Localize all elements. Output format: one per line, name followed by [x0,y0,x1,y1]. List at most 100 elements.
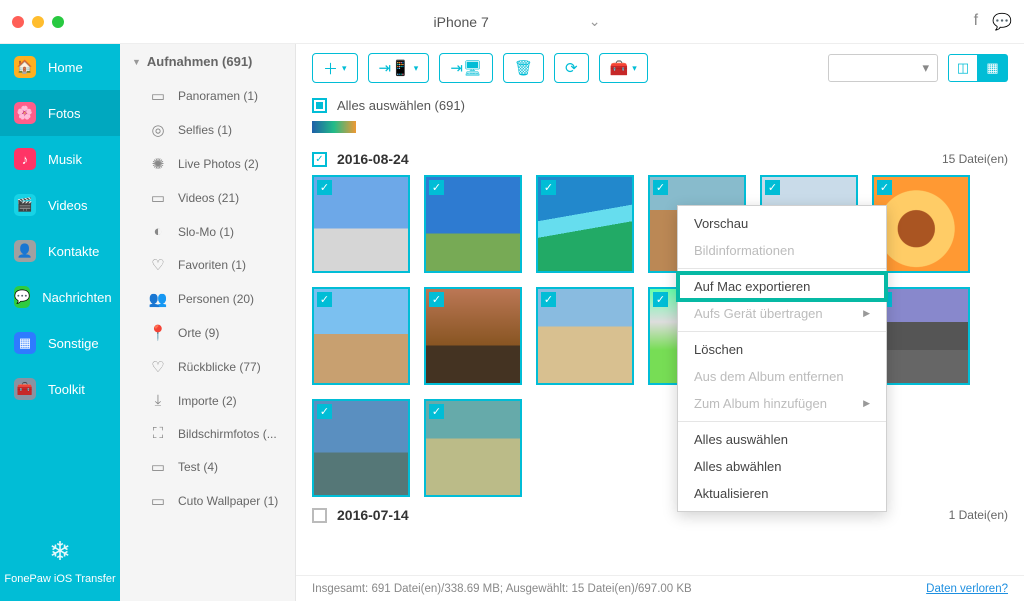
export-to-device-button[interactable]: ⇥📱▾ [368,53,430,83]
photo-scroll[interactable]: Alles auswählen (691) ✓ 2016-08-24 15 Date… [296,92,1024,575]
select-all-checkbox[interactable] [312,98,327,113]
album-icon: ▭ [148,87,168,105]
album-item[interactable]: ✺Live Photos (2) [120,147,295,181]
thumb-checkbox[interactable]: ✓ [765,180,780,195]
album-label: Selfies (1) [178,123,232,137]
album-icon: ⛶ [148,425,168,442]
albums-header[interactable]: ▼ Aufnahmen (691) [120,44,295,79]
timeline-strip[interactable] [312,121,356,133]
thumb-checkbox[interactable]: ✓ [653,180,668,195]
album-label: Slo-Mo (1) [178,225,234,239]
feedback-icon[interactable]: 💬 [992,12,1012,32]
album-label: Bildschirmfotos (... [178,427,277,441]
thumb-checkbox[interactable]: ✓ [541,292,556,307]
photo-thumb[interactable]: ✓ [312,399,410,497]
maximize-icon[interactable] [52,16,64,28]
ctx-preview[interactable]: Vorschau [678,210,886,237]
ctx-refresh[interactable]: Aktualisieren [678,480,886,507]
facebook-icon[interactable]: f [974,12,978,32]
sidebar-item-toolkit[interactable]: 🧰Toolkit [0,366,120,412]
album-item[interactable]: ⤓Importe (2) [120,384,295,417]
group-checkbox[interactable]: ✓ [312,152,327,167]
album-label: Live Photos (2) [178,157,259,171]
thumb-checkbox[interactable]: ✓ [541,180,556,195]
album-label: Importe (2) [178,394,237,408]
ctx-info: Bildinformationen [678,237,886,264]
ctx-select-all[interactable]: Alles auswählen [678,426,886,453]
album-icon: 📍 [148,324,168,342]
album-item[interactable]: ◎Selfies (1) [120,113,295,147]
ctx-export-mac[interactable]: Auf Mac exportieren [678,273,886,300]
ctx-add-album: Zum Album hinzufügen▶ [678,390,886,417]
ctx-delete[interactable]: Löschen [678,336,886,363]
thumb-checkbox[interactable]: ✓ [877,180,892,195]
refresh-button[interactable]: ⟳ [554,53,589,83]
group-header[interactable]: 2016-07-141 Datei(en) [312,497,1008,531]
album-icon: ▭ [148,458,168,476]
album-item[interactable]: ▭ Test (4) [120,450,295,484]
minimize-icon[interactable] [32,16,44,28]
album-item[interactable]: ⛶ Bildschirmfotos (... [120,417,295,450]
sidebar-item-sonstige[interactable]: ▦Sonstige [0,320,120,366]
view-large-grid-button[interactable]: ◫ [948,54,978,82]
export-to-computer-button[interactable]: ⇥🖥 [439,53,493,83]
view-small-grid-button[interactable]: ▦ [978,54,1008,82]
add-button[interactable]: ＋▾ [312,53,358,83]
photo-thumb[interactable]: ✓ [536,175,634,273]
album-icon: ◐ [148,223,168,240]
album-icon: ▭ [148,189,168,207]
ctx-deselect-all[interactable]: Alles abwählen [678,453,886,480]
album-label: Panoramen (1) [178,89,258,103]
album-item[interactable]: ▭ Panoramen (1) [120,79,295,113]
sidebar-item-videos[interactable]: 🎬Videos [0,182,120,228]
album-item[interactable]: ▭Cuto Wallpaper (1) [120,484,295,518]
thumb-checkbox[interactable]: ✓ [317,180,332,195]
thumb-checkbox[interactable]: ✓ [653,292,668,307]
close-icon[interactable] [12,16,24,28]
photo-thumb[interactable]: ✓ [424,287,522,385]
select-all-row[interactable]: Alles auswählen (691) [312,92,1008,117]
album-item[interactable]: ▭ Videos (21) [120,181,295,215]
toolbox-button[interactable]: 🧰▾ [599,53,648,83]
album-item[interactable]: 📍 Orte (9) [120,316,295,350]
disclosure-icon: ▼ [132,57,141,67]
photo-thumb[interactable]: ✓ [536,287,634,385]
thumb-checkbox[interactable]: ✓ [429,292,444,307]
thumb-checkbox[interactable]: ✓ [429,404,444,419]
data-lost-link[interactable]: Daten verloren? [926,583,1008,595]
album-label: Orte (9) [178,326,219,340]
thumb-checkbox[interactable]: ✓ [317,404,332,419]
sort-select[interactable]: ▾ [828,54,938,82]
sidebar-main: 🏠Home 🌸Fotos ♪Musik 🎬Videos 👤Kontakte 💬N… [0,44,120,601]
group-checkbox[interactable] [312,508,327,523]
album-item[interactable]: ♡Rückblicke (77) [120,350,295,384]
photo-thumb[interactable]: ✓ [312,175,410,273]
context-menu: Vorschau Bildinformationen Auf Mac expor… [677,205,887,512]
sidebar-item-fotos[interactable]: 🌸Fotos [0,90,120,136]
sidebar-item-kontakte[interactable]: 👤Kontakte [0,228,120,274]
window-controls [12,16,64,28]
sidebar-item-home[interactable]: 🏠Home [0,44,120,90]
group-header[interactable]: ✓ 2016-08-24 15 Datei(en) [312,141,1008,175]
album-icon: ♡ [148,256,168,274]
album-label: Personen (20) [178,292,254,306]
photo-thumb[interactable]: ✓ [424,175,522,273]
group-date: 2016-07-14 [337,507,409,523]
photo-thumb[interactable]: ✓ [424,399,522,497]
delete-button[interactable]: 🗑 [503,53,544,83]
group-count: 15 Datei(en) [942,152,1008,166]
device-selector[interactable]: iPhone 7 ⌄ [423,13,600,30]
brand: ❄ FonePaw iOS Transfer [0,520,120,601]
album-item[interactable]: ♡Favoriten (1) [120,248,295,282]
group-date: 2016-08-24 [337,151,409,167]
thumb-checkbox[interactable]: ✓ [429,180,444,195]
sidebar-item-musik[interactable]: ♪Musik [0,136,120,182]
album-label: Videos (21) [178,191,239,205]
sidebar-item-nachrichten[interactable]: 💬Nachrichten [0,274,120,320]
album-item[interactable]: 👥Personen (20) [120,282,295,316]
thumb-checkbox[interactable]: ✓ [317,292,332,307]
album-item[interactable]: ◐ Slo-Mo (1) [120,215,295,248]
photo-thumb[interactable]: ✓ [312,287,410,385]
album-icon: ♡ [148,358,168,376]
album-label: Test (4) [178,460,218,474]
